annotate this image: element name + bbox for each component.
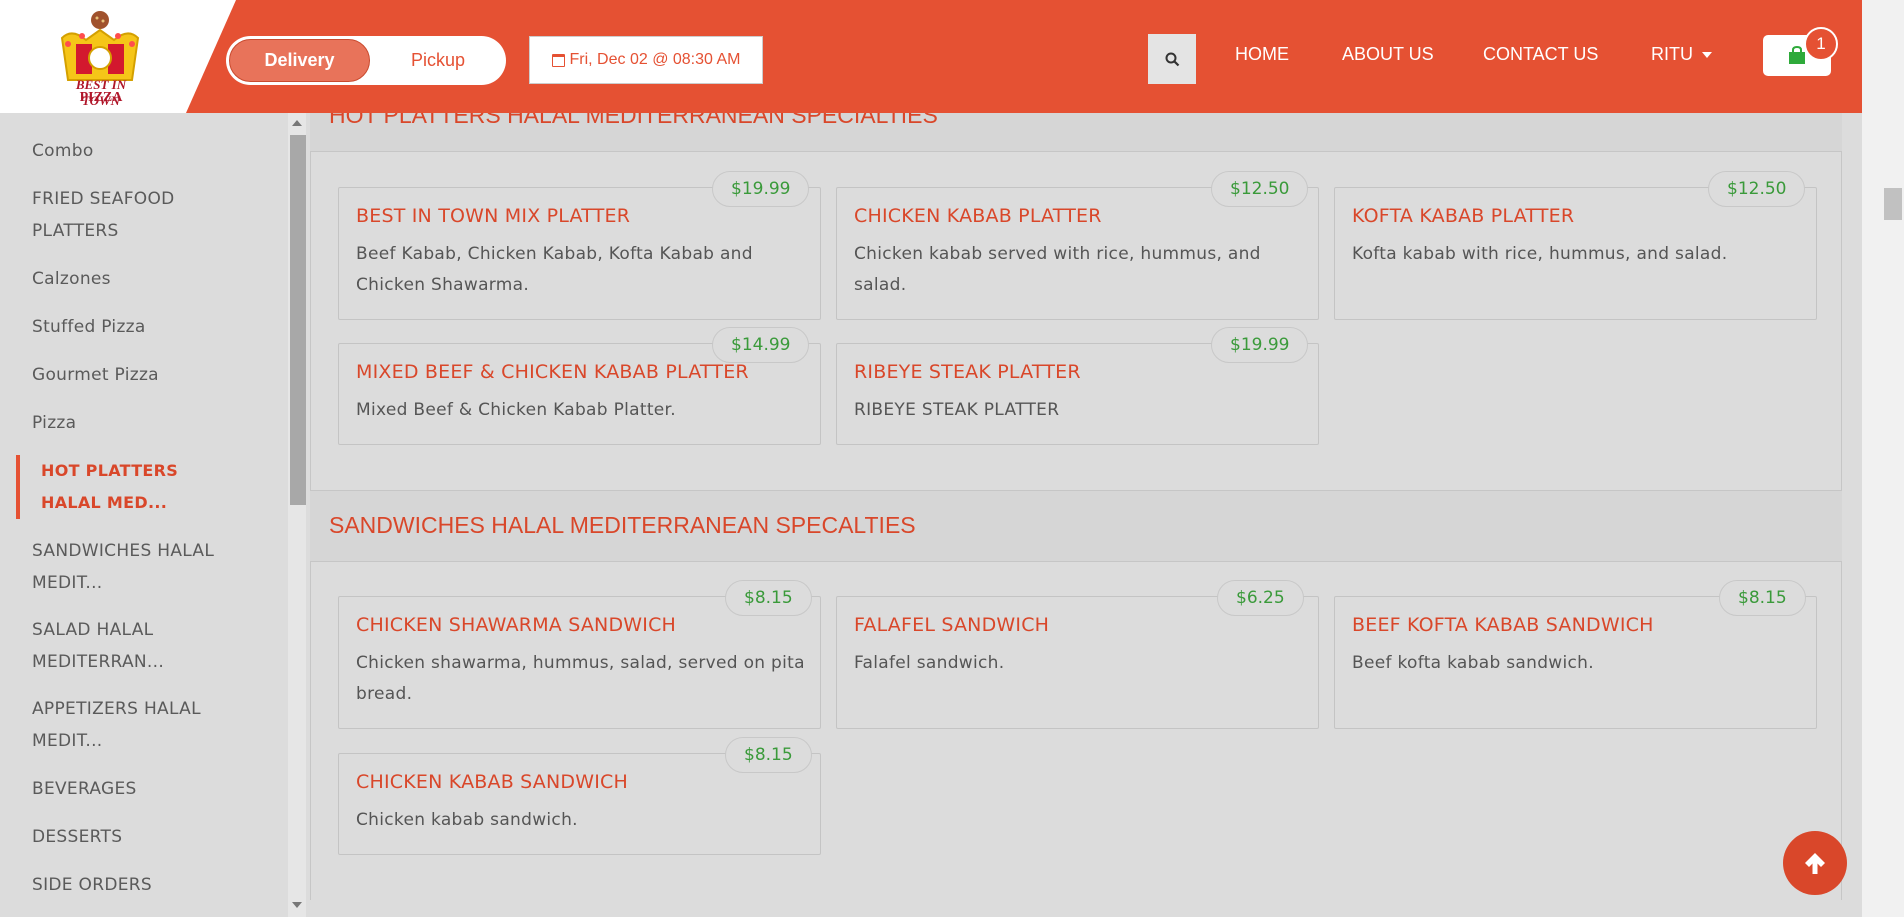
sidebar-item-desserts[interactable]: DESSERTS xyxy=(32,821,262,853)
price-badge: $14.99 xyxy=(712,327,810,363)
nav-contact-link[interactable]: CONTACT US xyxy=(1483,44,1598,65)
item-description: Chicken shawarma, hummus, salad, served … xyxy=(356,653,805,704)
item-name: CHICKEN SHAWARMA SANDWICH xyxy=(356,614,677,636)
page-scrollbar[interactable] xyxy=(1862,0,1904,917)
nav-home-link[interactable]: HOME xyxy=(1235,44,1289,65)
sidebar-item-calzones[interactable]: Calzones xyxy=(32,263,262,295)
sidebar-item-salad[interactable]: SALAD HALAL MEDITERRAN... xyxy=(32,614,232,678)
item-name: MIXED BEEF & CHICKEN KABAB PLATTER xyxy=(356,361,749,383)
item-description: Kofta kabab with rice, hummus, and salad… xyxy=(1352,244,1728,264)
scroll-down-arrow-icon[interactable] xyxy=(292,902,302,908)
item-name: FALAFEL SANDWICH xyxy=(854,614,1050,636)
price-badge: $8.15 xyxy=(1719,580,1806,616)
sidebar-item-side-orders[interactable]: SIDE ORDERS xyxy=(32,869,262,901)
cart-count-badge: 1 xyxy=(1804,27,1838,61)
search-button[interactable] xyxy=(1148,34,1196,84)
item-name: CHICKEN KABAB SANDWICH xyxy=(356,771,628,793)
sidebar-scrollbar-thumb[interactable] xyxy=(290,135,306,505)
user-menu-dropdown[interactable]: RITU xyxy=(1651,44,1712,65)
nav-about-link[interactable]: ABOUT US xyxy=(1342,44,1434,65)
user-name-label: RITU xyxy=(1651,44,1693,64)
sidebar-item-beverages[interactable]: BEVERAGES xyxy=(32,773,262,805)
sidebar-item-sandwiches[interactable]: SANDWICHES HALAL MEDIT... xyxy=(32,535,232,599)
price-badge: $12.50 xyxy=(1708,171,1806,207)
sidebar-item-pizza[interactable]: Pizza xyxy=(32,407,262,439)
item-description: Mixed Beef & Chicken Kabab Platter. xyxy=(356,400,676,420)
item-name: BEST IN TOWN MIX PLATTER xyxy=(356,205,631,227)
sidebar-item-appetizers[interactable]: APPETIZERS HALAL MEDIT... xyxy=(32,693,232,757)
item-description: RIBEYE STEAK PLATTER xyxy=(854,400,1060,420)
calendar-icon xyxy=(551,53,565,67)
price-badge: $19.99 xyxy=(712,171,810,207)
sidebar-item-hot-platters[interactable]: HOT PLATTERS HALAL MED... xyxy=(16,455,228,519)
item-name: CHICKEN KABAB PLATTER xyxy=(854,205,1102,227)
sidebar-item-stuffed-pizza[interactable]: Stuffed Pizza xyxy=(32,311,262,343)
sidebar-item-combo[interactable]: Combo xyxy=(32,135,262,167)
scroll-up-arrow-icon[interactable] xyxy=(292,120,302,126)
price-badge: $6.25 xyxy=(1217,580,1304,616)
date-time-picker-button[interactable]: Fri, Dec 02 @ 08:30 AM xyxy=(529,36,763,84)
item-description: Chicken kabab sandwich. xyxy=(356,810,578,830)
price-badge: $12.50 xyxy=(1211,171,1309,207)
date-time-label: Fri, Dec 02 @ 08:30 AM xyxy=(569,51,741,68)
sidebar-item-gourmet-pizza[interactable]: Gourmet Pizza xyxy=(32,359,262,391)
price-badge: $8.15 xyxy=(725,737,812,773)
pickup-button[interactable]: Pickup xyxy=(378,39,498,82)
price-badge: $8.15 xyxy=(725,580,812,616)
item-name: BEEF KOFTA KABAB SANDWICH xyxy=(1352,614,1654,636)
item-name: RIBEYE STEAK PLATTER xyxy=(854,361,1081,383)
order-type-toggle: Delivery Pickup xyxy=(226,36,506,85)
chevron-down-icon xyxy=(1702,52,1712,59)
section-body-hot-platters: BEST IN TOWN MIX PLATTER Beef Kabab, Chi… xyxy=(310,152,1842,490)
logo-line-2: PIZZA xyxy=(79,90,123,105)
section-title: SANDWICHES HALAL MEDITERRANEAN SPECALTIE… xyxy=(329,512,916,538)
page-scrollbar-thumb[interactable] xyxy=(1884,188,1902,220)
price-badge: $19.99 xyxy=(1211,327,1309,363)
back-to-top-button[interactable] xyxy=(1783,831,1847,895)
item-description: Beef Kabab, Chicken Kabab, Kofta Kabab a… xyxy=(356,244,753,295)
arrow-up-icon xyxy=(1805,853,1825,874)
section-header-sandwiches: SANDWICHES HALAL MEDITERRANEAN SPECALTIE… xyxy=(310,490,1842,562)
item-description: Falafel sandwich. xyxy=(854,653,1005,673)
item-description: Chicken kabab served with rice, hummus, … xyxy=(854,244,1261,295)
delivery-button[interactable]: Delivery xyxy=(229,39,370,82)
category-sidebar: Combo FRIED SEAFOOD PLATTERS Calzones St… xyxy=(0,113,288,917)
search-icon xyxy=(1165,52,1179,66)
item-name: KOFTA KABAB PLATTER xyxy=(1352,205,1575,227)
item-description: Beef kofta kabab sandwich. xyxy=(1352,653,1594,673)
section-body-sandwiches: CHICKEN SHAWARMA SANDWICH Chicken shawar… xyxy=(310,562,1842,900)
sidebar-item-fried-seafood[interactable]: FRIED SEAFOOD PLATTERS xyxy=(32,183,202,247)
